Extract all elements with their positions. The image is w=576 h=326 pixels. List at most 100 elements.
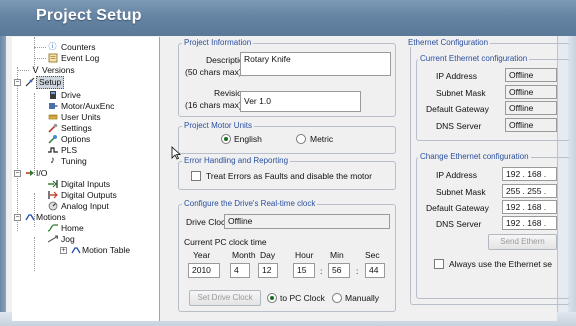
- tree-connector: [34, 58, 46, 59]
- hour-input[interactable]: 15: [293, 263, 315, 278]
- tree-connector: [34, 47, 46, 48]
- options-icon: [47, 134, 58, 144]
- tree-item-label: Versions: [42, 65, 75, 75]
- current-ip-label: IP Address: [436, 71, 477, 81]
- analog-input-icon: [47, 201, 58, 211]
- to-pc-clock-label: to PC Clock: [280, 293, 325, 303]
- month-input[interactable]: 4: [230, 263, 250, 278]
- setup-content-panel: Project Information Description (50 char…: [160, 37, 570, 321]
- tree-item-label: Drive: [61, 90, 81, 100]
- current-ethernet-legend: Current Ethernet configuration: [418, 54, 530, 63]
- mouse-cursor-icon: [171, 146, 182, 160]
- home-icon: [47, 223, 58, 233]
- tree-item-label: Tuning: [61, 156, 87, 166]
- tuning-icon: ♪: [50, 155, 55, 166]
- time-separator: :: [320, 266, 323, 276]
- info-icon: ⓘ: [48, 42, 57, 51]
- collapse-setup-icon[interactable]: −: [14, 79, 21, 86]
- tree-connector: [17, 67, 18, 231]
- sec-input[interactable]: 44: [365, 263, 385, 278]
- current-gateway-label: Default Gateway: [426, 104, 489, 114]
- current-gateway-field: Offline: [505, 101, 557, 115]
- project-motor-units-group: [178, 126, 396, 154]
- always-use-ethernet-checkbox[interactable]: [434, 259, 444, 269]
- tree-item-label: Digital Outputs: [61, 190, 117, 200]
- versions-icon: V: [32, 65, 39, 75]
- tree-item-label: User Units: [61, 112, 101, 122]
- english-label: English: [234, 134, 262, 144]
- current-ip-field: Offline: [505, 68, 557, 82]
- to-pc-clock-radio[interactable]: [267, 293, 277, 303]
- project-motor-units-legend: Project Motor Units: [182, 121, 255, 130]
- tree-item-label: Analog Input: [61, 201, 109, 211]
- window-title: Project Setup: [36, 7, 142, 24]
- revision-input[interactable]: Ver 1.0: [240, 91, 361, 112]
- collapse-motions-icon[interactable]: −: [14, 214, 21, 221]
- time-separator: :: [356, 266, 359, 276]
- change-gateway-input[interactable]: 192 . 168 .: [502, 200, 557, 214]
- settings-icon: [47, 123, 58, 133]
- current-dns-field: Offline: [505, 118, 557, 132]
- change-ip-label: IP Address: [436, 170, 477, 180]
- min-header: Min: [330, 250, 344, 260]
- metric-radio[interactable]: [296, 134, 306, 144]
- day-header: Day: [260, 250, 276, 260]
- motions-icon: [24, 212, 35, 222]
- drive-clock-field: Offline: [224, 214, 390, 229]
- drive-icon: [47, 90, 58, 100]
- day-input[interactable]: 12: [258, 263, 278, 278]
- project-tree[interactable]: ⓘ Counters Event Log V Versions − Setup …: [12, 37, 160, 321]
- english-radio[interactable]: [221, 134, 231, 144]
- error-handling-legend: Error Handling and Reporting: [182, 156, 291, 165]
- realtime-clock-legend: Configure the Drive's Real-time clock: [182, 199, 318, 208]
- tree-connector: [34, 93, 35, 175]
- jog-icon: [47, 234, 58, 244]
- change-dns-label: DNS Server: [436, 219, 482, 229]
- year-header: Year: [193, 250, 211, 260]
- metric-label: Metric: [310, 134, 334, 144]
- current-dns-label: DNS Server: [436, 121, 482, 131]
- set-drive-clock-button[interactable]: Set Drive Clock: [189, 290, 261, 306]
- description-limit-label: (50 chars max): [185, 67, 242, 77]
- change-ip-input[interactable]: 192 . 168 .: [502, 167, 557, 181]
- io-icon: [24, 168, 35, 178]
- description-input[interactable]: Rotary Knife: [240, 52, 391, 76]
- tree-item-label: Settings: [61, 123, 92, 133]
- tree-item-label: Options: [61, 134, 91, 144]
- tree-item-label: Jog: [61, 234, 75, 244]
- window-titlebar: Project Setup: [0, 0, 576, 36]
- always-use-ethernet-label: Always use the Ethernet se: [449, 259, 553, 269]
- treat-errors-checkbox[interactable]: [191, 171, 201, 181]
- change-dns-input[interactable]: 192 . 168 .: [502, 216, 557, 230]
- year-input[interactable]: 2010: [188, 263, 220, 278]
- current-subnet-label: Subnet Mask: [436, 88, 486, 98]
- change-subnet-label: Subnet Mask: [436, 187, 486, 197]
- change-subnet-input[interactable]: 255 . 255 .: [502, 184, 557, 198]
- manually-label: Manually: [345, 293, 380, 303]
- window-left-border: [0, 36, 6, 326]
- sec-header: Sec: [365, 250, 380, 260]
- tree-item-label: Motion Table: [82, 245, 131, 255]
- change-gateway-label: Default Gateway: [426, 203, 489, 213]
- min-input[interactable]: 56: [328, 263, 350, 278]
- log-icon: [47, 53, 58, 63]
- revision-limit-label: (16 chars max): [185, 100, 242, 110]
- tree-item-label: Counters: [61, 42, 96, 52]
- pls-icon: [47, 145, 58, 155]
- tree-item-label: Event Log: [61, 53, 100, 63]
- ethernet-configuration-legend: Ethernet Configuration: [406, 38, 491, 47]
- tree-item-label: Motions: [36, 212, 66, 222]
- expand-motion-table-icon[interactable]: +: [60, 247, 67, 254]
- tree-item-label: Home: [61, 223, 84, 233]
- treat-errors-label: Treat Errors as Faults and disable the m…: [206, 171, 372, 181]
- units-icon: [47, 112, 58, 122]
- motion-table-icon: [70, 245, 81, 255]
- current-subnet-field: Offline: [505, 85, 557, 99]
- collapse-io-icon[interactable]: −: [14, 170, 21, 177]
- change-ethernet-legend: Change Ethernet configuration: [418, 152, 531, 161]
- manually-radio[interactable]: [332, 293, 342, 303]
- send-ethernet-button[interactable]: Send Ethern: [488, 234, 557, 250]
- tree-item-label: I/O: [36, 168, 48, 178]
- motor-icon: [47, 101, 58, 111]
- month-header: Month: [232, 250, 256, 260]
